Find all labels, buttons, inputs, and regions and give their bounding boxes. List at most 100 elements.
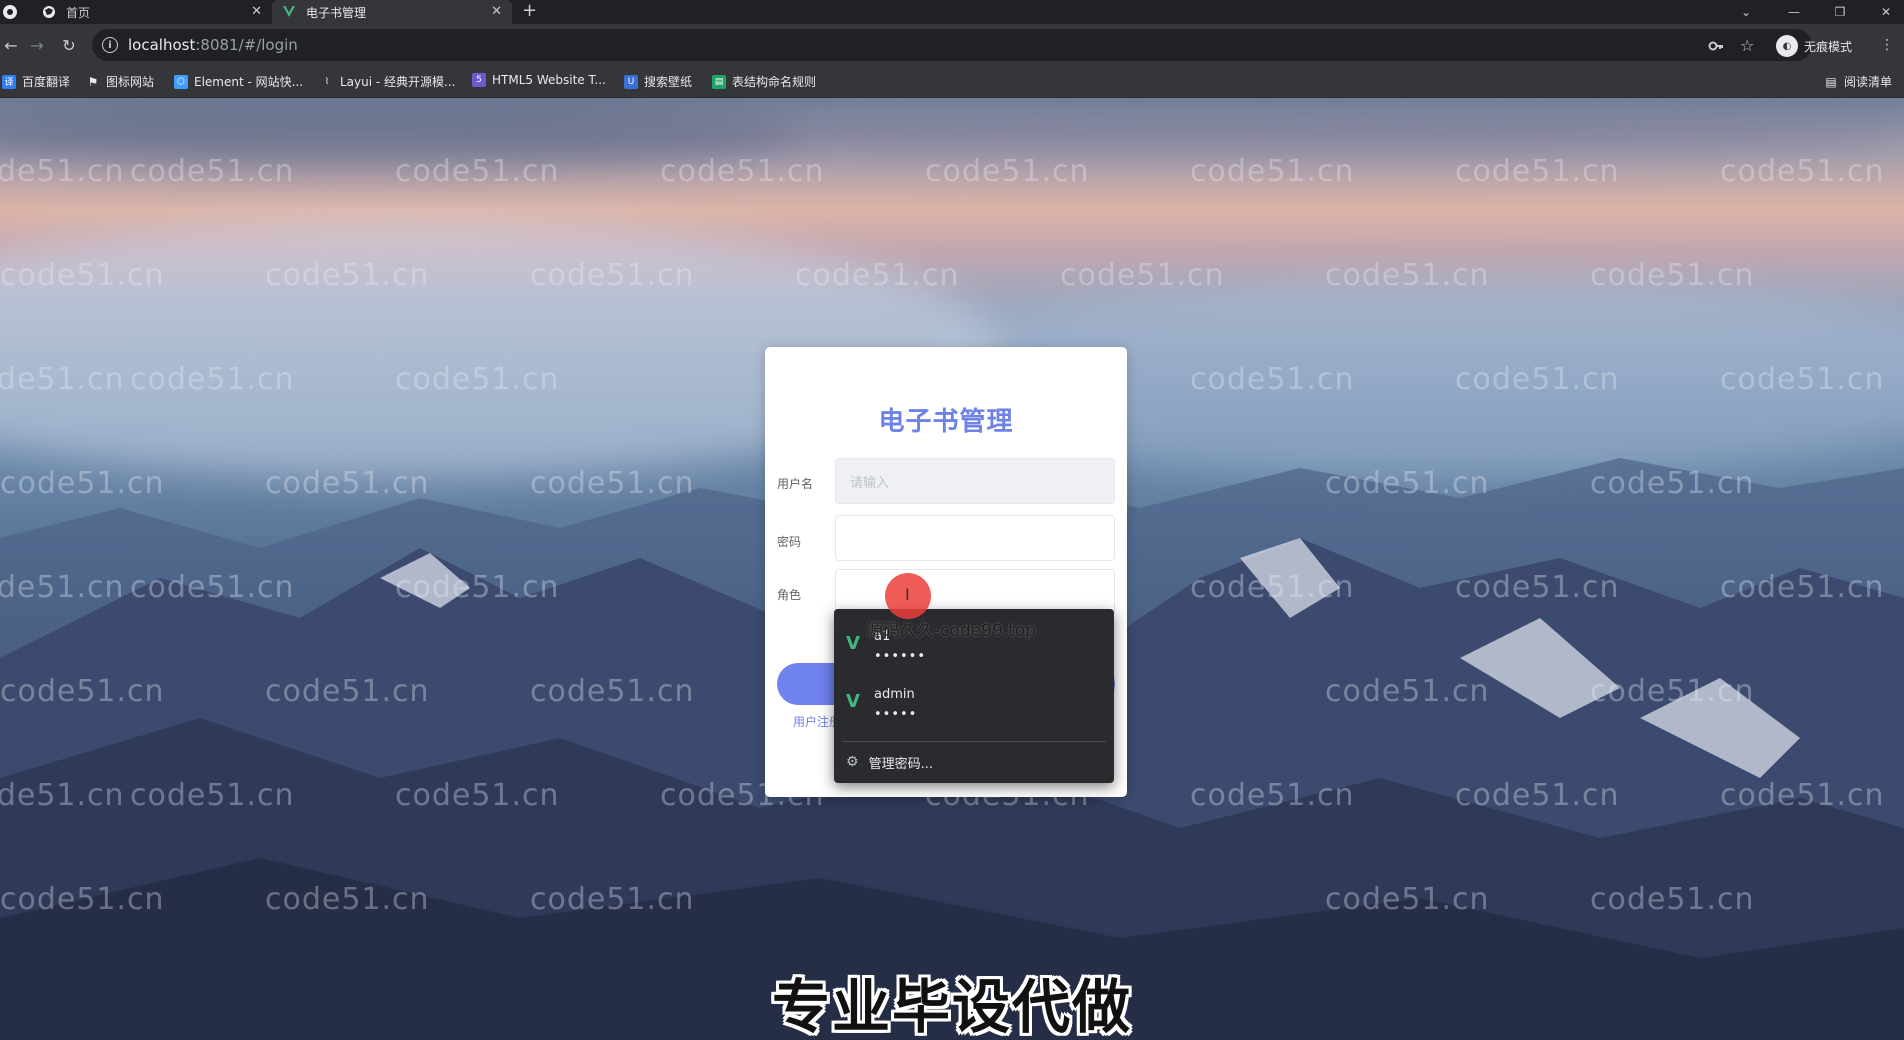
bookmarks-bar: 译 百度翻译 ⚑ 图标网站 ⬡ Element - 网站快... ⌇ Layui… xyxy=(0,66,1904,98)
browser-toolbar: ← → ↻ i localhost:8081/#/login ☆ ⋮ xyxy=(0,24,1904,66)
incognito-icon: ◐ xyxy=(1776,35,1798,57)
text-cursor-icon: I xyxy=(905,585,910,604)
watermark: code51.cn xyxy=(1720,362,1885,397)
overlay-watermark-text: 源码久久-code99.top xyxy=(866,621,1037,641)
layui-icon: ⌇ xyxy=(324,76,330,87)
background-cloud xyxy=(500,108,1900,158)
autofill-password: •••••• xyxy=(874,649,927,664)
watermark: code51.cn xyxy=(1190,570,1355,605)
tab-home[interactable]: 首页 ✕ xyxy=(32,0,272,24)
watermark: code51.cn xyxy=(1325,674,1490,709)
watermark: code51.cn xyxy=(130,154,295,189)
url-path: :8081/#/login xyxy=(195,36,298,54)
minimize-icon[interactable]: — xyxy=(1776,0,1812,24)
watermark: code51.cn xyxy=(1720,778,1885,813)
site-info-icon[interactable]: i xyxy=(102,37,118,53)
watermark: code51.cn xyxy=(0,154,125,189)
forward-icon[interactable]: → xyxy=(26,34,48,56)
close-window-icon[interactable]: ✕ xyxy=(1868,0,1904,24)
login-title: 电子书管理 xyxy=(878,407,1014,437)
watermark: code51.cn xyxy=(130,778,295,813)
username-placeholder: 请输入 xyxy=(850,475,890,491)
new-tab-icon[interactable]: + xyxy=(522,1,537,21)
bookmark-item[interactable]: ▤ 表结构命名规则 xyxy=(712,73,816,90)
watermark: code51.cn xyxy=(0,466,165,501)
reading-list-label: 阅读清单 xyxy=(1844,75,1893,89)
reload-icon[interactable]: ↻ xyxy=(58,34,80,56)
close-tab-icon[interactable]: ✕ xyxy=(251,4,262,19)
vue-logo-icon: V xyxy=(846,691,860,712)
watermark: code51.cn xyxy=(530,882,695,917)
manage-passwords-label: 管理密码... xyxy=(868,756,933,772)
restore-icon[interactable]: ❐ xyxy=(1822,0,1858,24)
watermark: code51.cn xyxy=(0,362,125,397)
bookmark-label: Layui - 经典开源模... xyxy=(340,75,456,89)
watermark: code51.cn xyxy=(395,570,560,605)
bookmark-item[interactable]: 5 HTML5 Website T... xyxy=(472,73,606,87)
video-subtitle: 专业毕设代做 xyxy=(771,973,1132,1040)
watermark: code51.cn xyxy=(1325,466,1490,501)
watermark: code51.cn xyxy=(530,674,695,709)
bookmark-label: 表结构命名规则 xyxy=(732,75,817,89)
globe-icon xyxy=(42,5,56,19)
vue-logo-icon: V xyxy=(846,633,860,654)
bookmark-label: Element - 网站快... xyxy=(194,75,304,89)
watermark: code51.cn xyxy=(1060,258,1225,293)
watermark: code51.cn xyxy=(1590,258,1755,293)
tab-search-chevron-icon[interactable]: ⌄ xyxy=(1728,0,1764,24)
watermark: code51.cn xyxy=(1325,882,1490,917)
tab-search-icon[interactable] xyxy=(2,4,18,20)
bookmark-item[interactable]: ⌇ Layui - 经典开源模... xyxy=(320,73,456,90)
watermark: code51.cn xyxy=(265,258,430,293)
autofill-username: admin xyxy=(874,687,915,702)
login-page: code51.cn code51.cn code51.cn code51.cn … xyxy=(0,98,1904,1040)
tab-ebook-admin[interactable]: 电子书管理 ✕ xyxy=(272,0,512,24)
bookmark-item[interactable]: 译 百度翻译 xyxy=(2,73,70,90)
bookmark-item[interactable]: U 搜索壁纸 xyxy=(624,73,692,90)
key-icon[interactable] xyxy=(1708,31,1724,61)
watermark: code51.cn xyxy=(1590,466,1755,501)
bookmark-star-icon[interactable]: ☆ xyxy=(1740,30,1754,60)
bookmark-item[interactable]: ⚑ 图标网站 xyxy=(86,73,154,90)
watermark: code51.cn xyxy=(660,154,825,189)
bookmark-label: 搜索壁纸 xyxy=(644,75,693,89)
bookmark-label: 百度翻译 xyxy=(22,75,71,89)
username-input[interactable]: 请输入 xyxy=(835,458,1115,504)
watermark: code51.cn xyxy=(130,362,295,397)
url-host: localhost xyxy=(128,36,196,54)
watermark: code51.cn xyxy=(1720,154,1885,189)
watermark: code51.cn xyxy=(1190,154,1355,189)
password-label: 密码 xyxy=(777,535,802,549)
reading-list-button[interactable]: ▤ 阅读清单 xyxy=(1824,73,1892,90)
watermark: code51.cn xyxy=(1590,882,1755,917)
watermark: code51.cn xyxy=(1590,674,1755,709)
bookmark-item[interactable]: ⬡ Element - 网站快... xyxy=(174,73,303,90)
watermark: code51.cn xyxy=(0,882,165,917)
address-bar[interactable]: i localhost:8081/#/login xyxy=(92,29,1812,61)
password-input[interactable] xyxy=(835,515,1115,561)
sheet-icon: ▤ xyxy=(712,74,726,89)
watermark: code51.cn xyxy=(0,258,165,293)
watermark: code51.cn xyxy=(1720,570,1885,605)
divider xyxy=(842,741,1106,742)
close-tab-icon[interactable]: ✕ xyxy=(491,4,502,19)
manage-passwords-item[interactable]: ⚙ 管理密码... xyxy=(834,747,1114,777)
incognito-indicator[interactable]: ◐ 无痕模式 xyxy=(1776,33,1852,59)
autofill-entry[interactable]: V admin ••••• xyxy=(834,675,1114,733)
role-label: 角色 xyxy=(777,588,802,602)
tab-strip: 首页 ✕ 电子书管理 ✕ + ⌄ — ❐ ✕ xyxy=(0,0,1904,24)
wallpaper-icon: U xyxy=(624,74,638,89)
back-icon[interactable]: ← xyxy=(0,34,22,56)
watermark: code51.cn xyxy=(395,362,560,397)
watermark: code51.cn xyxy=(265,674,430,709)
reading-list-icon: ▤ xyxy=(1825,74,1837,89)
watermark: code51.cn xyxy=(925,154,1090,189)
menu-icon[interactable]: ⋮ xyxy=(1880,30,1894,60)
watermark: code51.cn xyxy=(265,882,430,917)
tab-label: 首页 xyxy=(66,5,91,20)
incognito-label: 无痕模式 xyxy=(1804,39,1853,54)
bookmark-label: HTML5 Website T... xyxy=(492,73,606,87)
element-icon: ⬡ xyxy=(174,74,188,89)
watermark: code51.cn xyxy=(1455,154,1620,189)
username-label: 用户名 xyxy=(777,477,814,491)
